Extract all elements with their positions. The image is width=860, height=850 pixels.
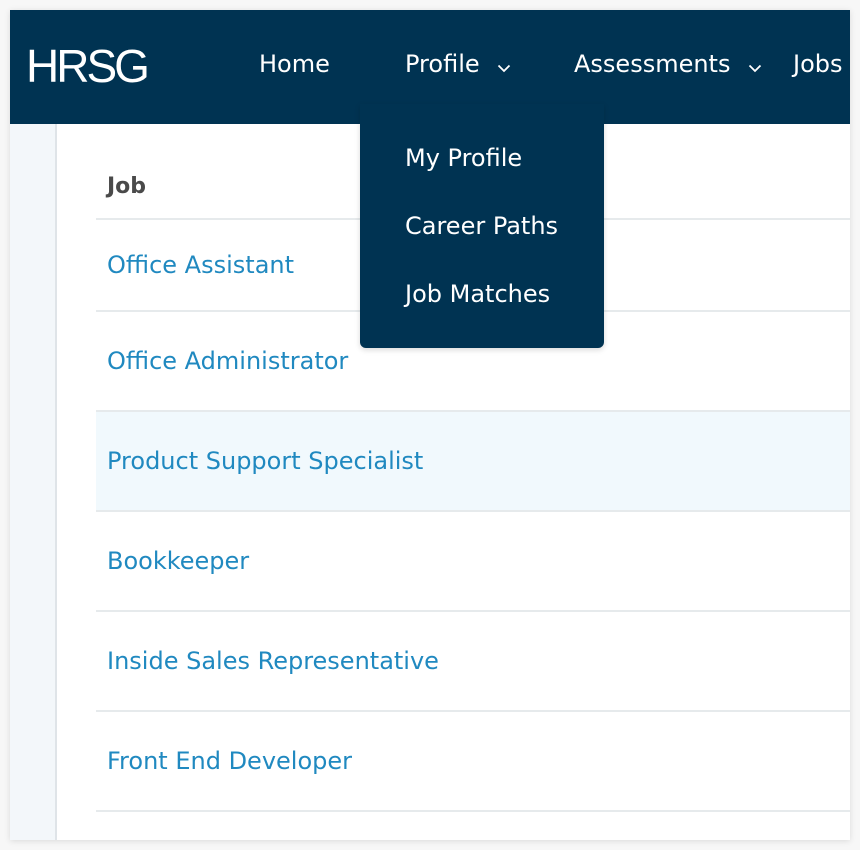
job-link[interactable]: Office Assistant bbox=[107, 251, 294, 279]
menu-item-job-matches[interactable]: Job Matches bbox=[405, 280, 550, 308]
left-sidebar-rail bbox=[10, 124, 57, 840]
nav-home[interactable]: Home bbox=[259, 48, 330, 80]
table-row: Front End Developer bbox=[96, 712, 850, 812]
nav-profile-label: Profile bbox=[405, 50, 480, 78]
job-link[interactable]: Front End Developer bbox=[107, 747, 352, 775]
nav-profile[interactable]: Profile bbox=[405, 48, 511, 81]
nav-assessments[interactable]: Assessments bbox=[574, 48, 762, 81]
chevron-down-icon bbox=[497, 49, 511, 81]
job-link[interactable]: Product Support Specialist bbox=[107, 447, 423, 475]
menu-item-my-profile[interactable]: My Profile bbox=[405, 144, 522, 172]
table-row: Inside Sales Representative bbox=[96, 612, 850, 712]
table-row: Bookkeeper bbox=[96, 512, 850, 612]
column-header-job: Job bbox=[107, 174, 147, 199]
menu-item-career-paths[interactable]: Career Paths bbox=[405, 212, 558, 240]
nav-home-label: Home bbox=[259, 50, 330, 78]
hrsg-logo[interactable]: HRSG bbox=[26, 38, 150, 94]
app-window: HRSG Home Profile Assessments Jobs Job O… bbox=[10, 10, 850, 840]
nav-jobs-label: Jobs bbox=[793, 50, 843, 78]
job-link[interactable]: Inside Sales Representative bbox=[107, 647, 439, 675]
job-link[interactable]: Office Administrator bbox=[107, 347, 348, 375]
profile-dropdown-menu: My Profile Career Paths Job Matches bbox=[360, 104, 604, 348]
nav-assessments-label: Assessments bbox=[574, 50, 731, 78]
nav-jobs[interactable]: Jobs bbox=[793, 48, 843, 80]
chevron-down-icon bbox=[748, 49, 762, 81]
job-link[interactable]: Bookkeeper bbox=[107, 547, 249, 575]
table-row-highlighted: Product Support Specialist bbox=[96, 412, 850, 512]
